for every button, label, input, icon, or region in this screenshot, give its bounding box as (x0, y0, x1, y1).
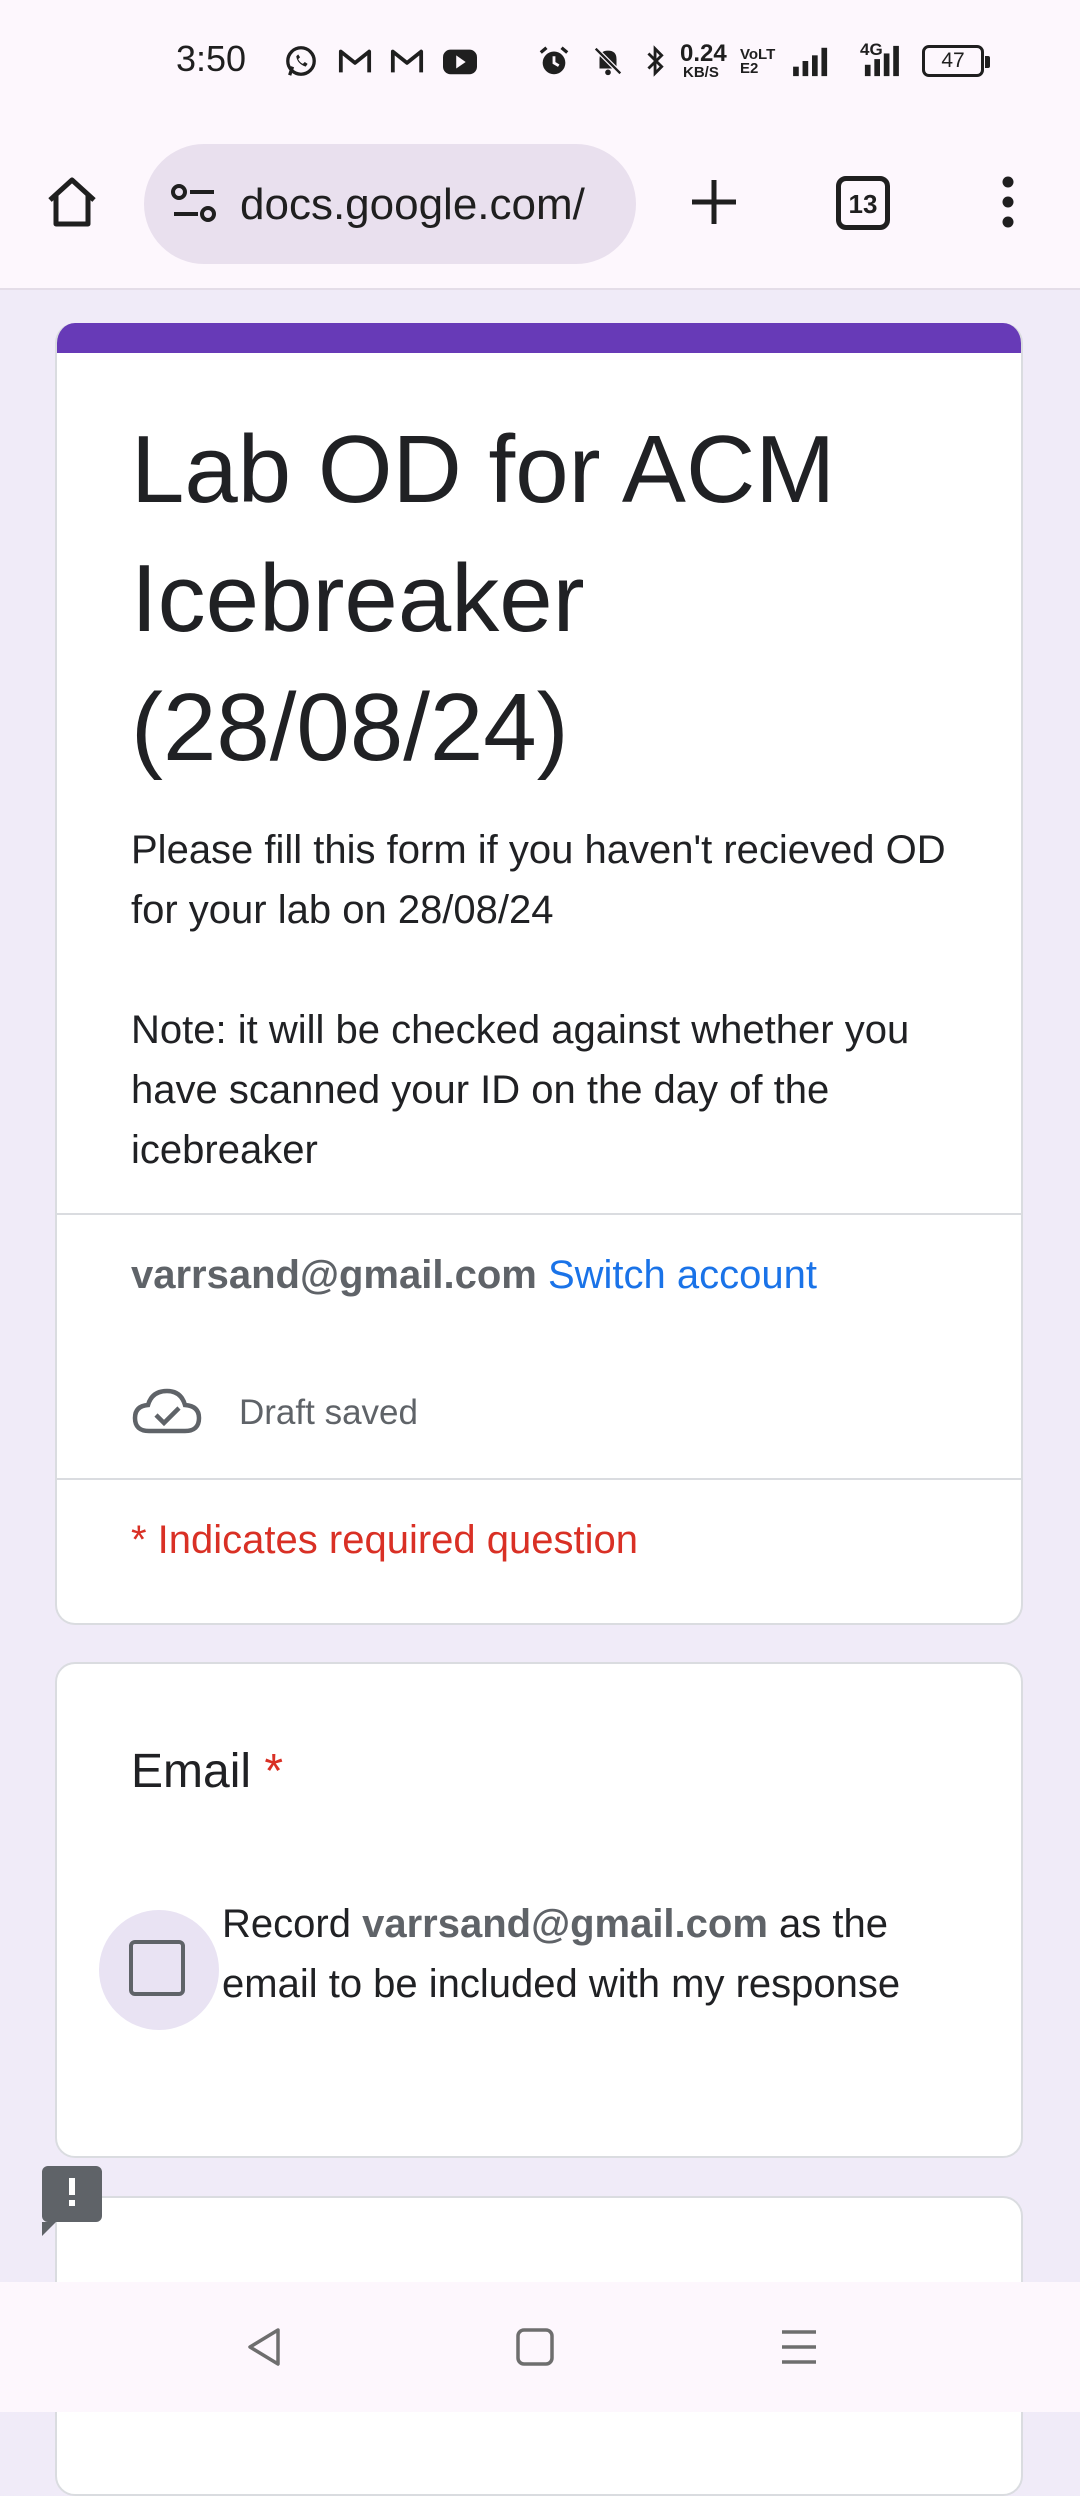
form-title: Lab OD for ACM Icebreaker (28/08/24) (131, 416, 836, 781)
browser-toolbar: docs.google.com/ 13 (0, 120, 1080, 290)
gmail-icon (338, 49, 372, 73)
menu-icon[interactable] (990, 172, 1026, 232)
cloud-done-icon (132, 1388, 202, 1434)
report-icon (42, 2178, 75, 2236)
form-description: Please fill this form if you haven't rec… (131, 828, 946, 1172)
email-question-card: Email * Record varrsand@gmail.com as the… (55, 1662, 1023, 2158)
home-square-icon[interactable] (510, 2322, 560, 2372)
bluetooth-icon (647, 45, 664, 77)
battery-level: 47 (941, 49, 965, 72)
form-header-card: Lab OD for ACM Icebreaker (28/08/24) Ple… (55, 323, 1023, 1625)
checkbox-label-prefix: Record (222, 1902, 351, 1946)
alarm-icon (539, 46, 569, 75)
site-info-icon[interactable] (168, 180, 220, 228)
draft-status-text: Draft saved (239, 1393, 418, 1432)
report-feedback-button[interactable] (42, 2166, 102, 2236)
required-asterisk: * (264, 1745, 284, 1798)
draft-status: Draft saved (131, 1375, 731, 1445)
email-checkbox-label[interactable]: Record varrsand@gmail.com as the email t… (222, 1894, 942, 2014)
question-title: Email * (131, 1744, 283, 1799)
recents-icon[interactable] (774, 2322, 824, 2372)
question-title-text: Email (131, 1745, 252, 1798)
signal-icon (864, 45, 899, 77)
divider (57, 1213, 1021, 1215)
form-accent-bar (57, 323, 1021, 353)
tab-count: 13 (848, 189, 878, 219)
status-time: 3:50 (176, 38, 247, 79)
checkbox-box[interactable] (129, 1940, 185, 1996)
url-bar[interactable]: docs.google.com/ (144, 144, 636, 264)
volte-label: VoLTE2 (740, 46, 776, 77)
gmail-icon (390, 49, 424, 73)
whatsapp-icon (286, 46, 316, 76)
net-speed-unit: KB/S (683, 64, 719, 81)
checkbox-label-email: varrsand@gmail.com (362, 1902, 768, 1946)
email-checkbox[interactable] (99, 1910, 219, 2030)
account-row: varrsand@gmail.com Switch account (131, 1253, 817, 1298)
battery-icon: 47 (922, 45, 990, 77)
tabs-button[interactable]: 13 (836, 176, 890, 230)
system-nav-bar (0, 2282, 1080, 2412)
new-tab-icon[interactable] (684, 172, 744, 232)
youtube-icon (443, 49, 477, 75)
divider (57, 1478, 1021, 1480)
status-bar: 3:50 0.24 KB/S VoLTE2 4G 47 (0, 0, 1080, 120)
account-email: varrsand@gmail.com (131, 1253, 537, 1297)
switch-account-link[interactable]: Switch account (548, 1253, 817, 1297)
back-icon[interactable] (240, 2322, 290, 2372)
required-note: * Indicates required question (131, 1518, 638, 1562)
mute-icon (594, 47, 622, 76)
home-icon[interactable] (42, 172, 102, 232)
signal-icon (793, 47, 828, 77)
url-text: docs.google.com/ (240, 180, 585, 229)
